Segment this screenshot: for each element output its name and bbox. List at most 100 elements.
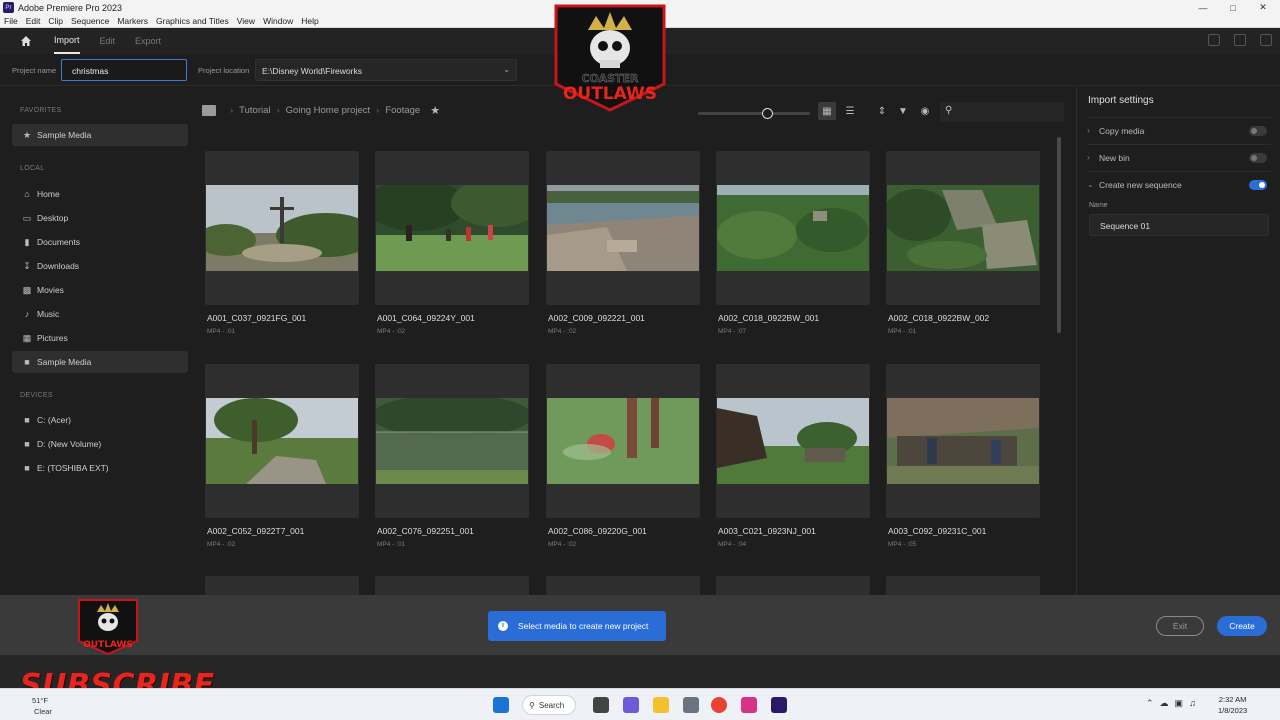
grid-view-icon[interactable]: ▦ <box>818 102 836 120</box>
menu-edit[interactable]: Edit <box>22 16 45 26</box>
breadcrumb: › Tutorial › Going Home project › Footag… <box>202 104 440 117</box>
media-tile[interactable] <box>205 576 359 595</box>
media-tile[interactable]: A002_C009_092221_001 MP4 - :02 <box>546 151 700 335</box>
media-meta: MP4 - :05 <box>888 541 917 548</box>
menu-sequence[interactable]: Sequence <box>67 16 113 26</box>
project-name-input[interactable]: christmas <box>61 59 187 81</box>
share-icon[interactable] <box>1234 34 1246 46</box>
create-new-sequence-option[interactable]: ⌄ Create new sequence <box>1087 171 1271 197</box>
chevron-up-icon[interactable]: ⌃ <box>1146 698 1154 709</box>
media-tile[interactable]: A001_C037_0921FG_001 MP4 - :01 <box>205 151 359 335</box>
media-tile[interactable]: A002_C086_09220G_001 MP4 - :02 <box>546 364 700 548</box>
project-location-select[interactable]: E:\Disney World\Fireworks ⌄ <box>255 59 517 81</box>
menu-help[interactable]: Help <box>297 16 322 26</box>
thumbnail-frame <box>205 151 359 305</box>
windows-start-icon[interactable] <box>493 697 509 713</box>
sidebar-item-music[interactable]: ♪ Music <box>12 303 188 325</box>
thumbnail-size-slider[interactable] <box>698 108 810 119</box>
search-input[interactable]: ⚲ <box>940 102 1064 122</box>
media-tile[interactable]: A002_C018_0922BW_001 MP4 - :07 <box>716 151 870 335</box>
window-title: Adobe Premiere Pro 2023 <box>18 2 123 13</box>
menu-view[interactable]: View <box>233 16 259 26</box>
new-bin-option[interactable]: › New bin <box>1087 144 1271 170</box>
create-sequence-toggle[interactable] <box>1249 180 1267 190</box>
home-icon[interactable] <box>12 28 40 54</box>
eye-icon[interactable]: ◉ <box>916 102 934 120</box>
scrollbar[interactable] <box>1057 137 1061 333</box>
new-bin-toggle[interactable] <box>1249 153 1267 163</box>
sidebar-item-sample-media[interactable]: ■ Sample Media <box>12 351 188 373</box>
close-icon[interactable]: ✕ <box>1248 0 1278 15</box>
workspace-icon[interactable] <box>1208 34 1220 46</box>
project-location-label: Project location <box>198 66 250 75</box>
copy-media-option[interactable]: › Copy media <box>1087 117 1271 143</box>
settings-gear-icon[interactable] <box>683 697 699 713</box>
chrome-icon[interactable] <box>711 697 727 713</box>
fullscreen-icon[interactable] <box>1260 34 1272 46</box>
media-meta: MP4 - :04 <box>718 541 747 548</box>
media-tile[interactable] <box>546 576 700 595</box>
exit-button[interactable]: Exit <box>1156 616 1204 636</box>
media-tile[interactable] <box>716 576 870 595</box>
sidebar-item-drive-d[interactable]: ■ D: (New Volume) <box>12 433 188 455</box>
weather-widget[interactable]: 51°F Clear <box>12 695 52 717</box>
menu-markers[interactable]: Markers <box>113 16 152 26</box>
clock[interactable]: 2:32 AM 1/8/2023 <box>1218 694 1247 716</box>
sidebar-item-home[interactable]: ⌂ Home <box>12 183 188 205</box>
tab-export[interactable]: Export <box>135 28 161 54</box>
volume-icon[interactable]: ♫ <box>1189 698 1196 709</box>
media-tile[interactable] <box>375 576 529 595</box>
filter-icon[interactable]: ▼ <box>894 102 912 120</box>
media-name: A001_C064_09224Y_001 <box>377 313 475 323</box>
media-meta: MP4 - :01 <box>207 328 236 335</box>
taskbar-search[interactable]: ⚲ Search <box>522 695 576 715</box>
sidebar-item-drive-c[interactable]: ■ C: (Acer) <box>12 409 188 431</box>
list-view-icon[interactable]: ☰ <box>841 102 859 120</box>
premiere-taskbar-icon[interactable] <box>771 697 787 713</box>
sidebar-item-movies[interactable]: ▩ Movies <box>12 279 188 301</box>
sidebar-item-pictures[interactable]: ▦ Pictures <box>12 327 188 349</box>
media-tile[interactable]: A003_C092_09231C_001 MP4 - :05 <box>886 364 1040 548</box>
sidebar-item-documents[interactable]: ▮ Documents <box>12 231 188 253</box>
file-explorer-icon[interactable] <box>653 697 669 713</box>
sequence-name-input[interactable]: Sequence 01 <box>1089 214 1269 236</box>
copy-media-toggle[interactable] <box>1249 126 1267 136</box>
star-icon: ★ <box>22 130 32 140</box>
menu-window[interactable]: Window <box>259 16 297 26</box>
media-tile[interactable]: A001_C064_09224Y_001 MP4 - :02 <box>375 151 529 335</box>
sidebar-item-downloads[interactable]: ↧ Downloads <box>12 255 188 277</box>
sort-icon[interactable]: ⇕ <box>873 102 891 120</box>
media-tile[interactable]: A002_C052_0922T7_001 MP4 - :02 <box>205 364 359 548</box>
breadcrumb-item[interactable]: Tutorial <box>239 105 270 116</box>
tab-edit[interactable]: Edit <box>100 28 116 54</box>
media-tile[interactable]: A003_C021_0923NJ_001 MP4 - :04 <box>716 364 870 548</box>
slider-handle[interactable] <box>762 108 773 119</box>
media-tile[interactable] <box>886 576 1040 595</box>
sidebar-item-drive-e[interactable]: ■ E: (TOSHIBA EXT) <box>12 457 188 479</box>
task-view-icon[interactable] <box>593 697 609 713</box>
chat-icon[interactable] <box>623 697 639 713</box>
sidebar-item-desktop[interactable]: ▭ Desktop <box>12 207 188 229</box>
menu-file[interactable]: File <box>0 16 22 26</box>
media-tile[interactable]: A002_C076_092251_001 MP4 - :01 <box>375 364 529 548</box>
breadcrumb-item[interactable]: Footage <box>385 105 420 116</box>
film-icon: ▩ <box>22 285 32 295</box>
sidebar-item-label: Movies <box>37 285 64 295</box>
create-button[interactable]: Create <box>1217 616 1267 636</box>
breadcrumb-item[interactable]: Going Home project <box>286 105 370 116</box>
maximize-icon[interactable]: □ <box>1218 0 1248 15</box>
network-icon[interactable]: ▣ <box>1175 698 1184 709</box>
minimize-icon[interactable]: — <box>1188 0 1218 15</box>
thumbnail-image <box>887 185 1039 271</box>
chevron-down-icon: ⌄ <box>1087 180 1094 189</box>
media-tile[interactable]: A002_C018_0922BW_002 MP4 - :01 <box>886 151 1040 335</box>
instagram-icon[interactable] <box>741 697 757 713</box>
menu-graphics-titles[interactable]: Graphics and Titles <box>152 16 233 26</box>
clock-date: 1/8/2023 <box>1218 706 1248 715</box>
menu-clip[interactable]: Clip <box>44 16 67 26</box>
tab-import[interactable]: Import <box>54 28 80 54</box>
folder-icon[interactable] <box>202 105 216 116</box>
sidebar-item-favorite-sample-media[interactable]: ★ Sample Media <box>12 124 188 146</box>
cloud-icon[interactable]: ☁ <box>1160 698 1169 709</box>
favorite-star-icon[interactable]: ★ <box>430 104 440 117</box>
